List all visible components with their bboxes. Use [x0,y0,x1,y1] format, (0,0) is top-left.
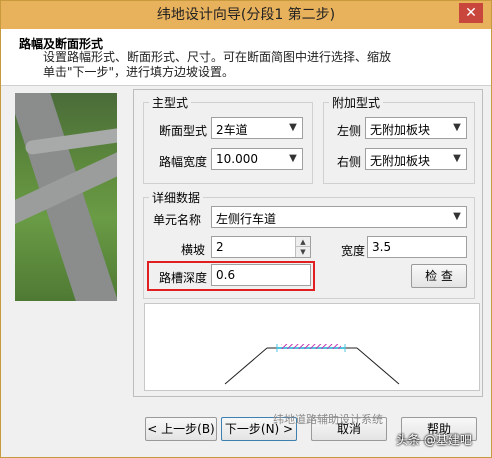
spin-up-icon[interactable]: ▲ [296,237,310,247]
main-type-group [143,102,313,184]
step-description: 设置路幅形式、断面形式、尺寸。可在断面简图中进行选择、缩放 单击"下一步"，进行… [43,50,403,80]
wizard-header: 路幅及断面形式 设置路幅形式、断面形式、尺寸。可在断面简图中进行选择、缩放 单击… [1,29,491,86]
spin-down-icon[interactable]: ▼ [296,247,310,257]
left-side-value: 无附加板块 [370,123,431,137]
extra-type-group-label: 附加型式 [329,94,384,111]
cross-section-preview[interactable] [144,303,480,391]
unit-name-select[interactable]: 左侧行车道 ▼ [211,206,467,228]
step-description-line2: 单击"下一步"，进行填方边坡设置。 [43,65,235,79]
left-embankment-slope [224,347,268,385]
highway-image [15,93,117,301]
check-button[interactable]: 检 查 [411,264,467,288]
wizard-window: 纬地设计向导(分段1 第二步) ✕ 路幅及断面形式 设置路幅形式、断面形式、尺寸… [0,0,492,458]
chevron-down-icon: ▼ [289,153,297,164]
prev-button[interactable]: < 上一步(B) [145,417,217,441]
chevron-down-icon: ▼ [453,211,461,222]
main-type-group-label: 主型式 [149,94,192,111]
section-type-select[interactable]: 2车道 ▼ [211,117,303,139]
cross-section-diagram [224,344,400,385]
road-width-select[interactable]: 10.000 ▼ [211,148,303,170]
right-embankment-slope [356,347,400,385]
unit-name-label: 单元名称 [153,213,202,227]
extra-type-group [323,102,475,184]
road-width-label: 路幅宽度 [159,155,208,169]
source-watermark: 头条 @基建吧 [396,433,472,447]
lane-width-input[interactable]: 3.5 [367,236,467,258]
chevron-down-icon: ▼ [289,122,297,133]
cross-slope-value: 2 [216,240,224,254]
right-side-select[interactable]: 无附加板块 ▼ [365,148,467,170]
close-icon[interactable]: ✕ [459,3,483,23]
chevron-down-icon: ▼ [453,122,461,133]
right-side-value: 无附加板块 [370,154,431,168]
section-type-label: 断面型式 [159,124,208,138]
window-title: 纬地设计向导(分段1 第二步) [156,7,336,23]
road-width-value: 10.000 [216,152,258,166]
cross-slope-label: 横坡 [181,243,206,257]
left-side-label: 左侧 [337,124,362,138]
chevron-down-icon: ▼ [453,153,461,164]
pavement-hatch [281,344,341,349]
lane-width-label: 宽度 [341,244,366,258]
left-side-select[interactable]: 无附加板块 ▼ [365,117,467,139]
section-type-value: 2车道 [216,123,248,137]
highlight-box [147,261,315,291]
watermark-text: 纬地道路辅助设计系统 [273,413,383,426]
cross-slope-stepper[interactable]: 2 ▲ ▼ [211,236,311,258]
unit-name-value: 左侧行车道 [216,212,277,226]
right-side-label: 右侧 [337,155,362,169]
title-bar: 纬地设计向导(分段1 第二步) ✕ [1,1,491,29]
spin-buttons[interactable]: ▲ ▼ [295,237,310,257]
detail-group-label: 详细数据 [149,189,204,206]
step-description-line1: 设置路幅形式、断面形式、尺寸。可在断面简图中进行选择、缩放 [43,50,392,64]
lane-width-value: 3.5 [372,240,392,254]
